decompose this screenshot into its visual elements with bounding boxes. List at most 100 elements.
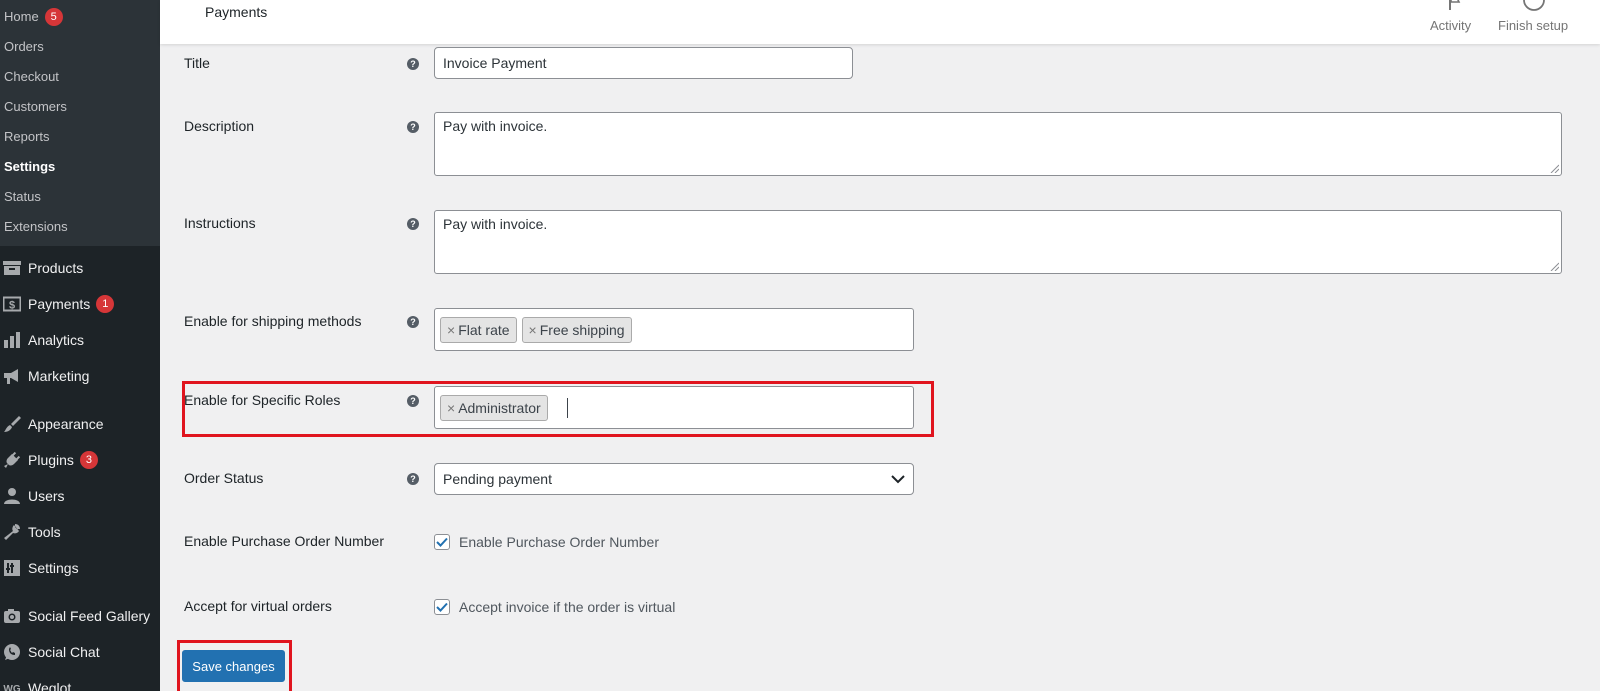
chat-icon — [2, 642, 22, 662]
submenu-checkout[interactable]: Checkout — [0, 62, 160, 92]
help-icon[interactable]: ? — [407, 218, 419, 230]
menu-item-tools[interactable]: Tools — [0, 514, 160, 550]
wrench-icon — [2, 522, 22, 542]
menu-item-label: Marketing — [28, 368, 90, 384]
po-number-checkbox[interactable] — [434, 534, 450, 550]
help-icon[interactable]: ? — [407, 121, 419, 133]
bar-chart-icon — [2, 330, 22, 350]
money-icon: $ — [2, 294, 22, 314]
description-textarea[interactable]: Pay with invoice. — [434, 112, 1562, 176]
activity-button[interactable]: Activity — [1422, 0, 1486, 44]
resize-handle-icon[interactable] — [1550, 262, 1559, 271]
save-changes-button[interactable]: Save changes — [182, 650, 285, 682]
menu-item-label: Analytics — [28, 332, 85, 348]
menu-item-label: Tools — [28, 524, 61, 540]
megaphone-icon — [2, 366, 22, 386]
submenu-home[interactable]: Home 5 — [0, 2, 160, 32]
page-title: Payments — [205, 4, 268, 20]
help-icon[interactable]: ? — [407, 395, 419, 407]
checkmark-icon — [436, 537, 448, 547]
finish-setup-button[interactable]: Finish setup — [1496, 0, 1600, 44]
menu-item-social-feed-gallery[interactable]: Social Feed Gallery — [0, 598, 160, 634]
help-icon[interactable]: ? — [407, 473, 419, 485]
tag-flat-rate: × Flat rate — [440, 316, 517, 343]
menu-item-users[interactable]: Users — [0, 478, 160, 514]
po-number-option[interactable]: Enable Purchase Order Number — [434, 534, 659, 550]
submenu-status[interactable]: Status — [0, 182, 160, 212]
admin-sidebar: Home 5 Orders Checkout Customers Reports… — [0, 0, 160, 691]
payment-settings-form: Title ? Invoice Payment Description ? Pa… — [160, 44, 1600, 691]
tag-free-shipping: × Free shipping — [521, 316, 632, 343]
virtual-orders-checkbox[interactable] — [434, 599, 450, 615]
menu-item-label: Social Feed Gallery — [28, 608, 151, 624]
order-status-select[interactable]: Pending payment — [434, 463, 914, 495]
menu-item-settings[interactable]: Settings — [0, 550, 160, 586]
menu-item-plugins[interactable]: Plugins 3 — [0, 442, 160, 478]
menu-item-social-chat[interactable]: Social Chat — [0, 634, 160, 670]
tag-label: Free shipping — [539, 321, 625, 338]
menu-item-appearance[interactable]: Appearance — [0, 406, 160, 442]
virtual-orders-option[interactable]: Accept invoice if the order is virtual — [434, 599, 675, 615]
tag-label: Administrator — [458, 399, 541, 416]
admin-menu: Products $ Payments 1 Analytics Marketin… — [0, 246, 160, 691]
instructions-value: Pay with invoice. — [443, 216, 548, 232]
instructions-label: Instructions — [184, 215, 256, 231]
chevron-down-icon — [891, 471, 905, 487]
virtual-orders-label: Accept for virtual orders — [184, 598, 332, 614]
menu-item-analytics[interactable]: Analytics — [0, 322, 160, 358]
specific-roles-label: Enable for Specific Roles — [184, 392, 341, 408]
submenu-settings-label: Settings — [4, 159, 56, 174]
submenu-orders[interactable]: Orders — [0, 32, 160, 62]
finish-setup-label: Finish setup — [1498, 18, 1569, 33]
help-icon[interactable]: ? — [407, 316, 419, 328]
submenu-reports-label: Reports — [4, 129, 50, 144]
submenu-extensions-label: Extensions — [4, 219, 68, 234]
submenu-extensions[interactable]: Extensions — [0, 212, 160, 242]
remove-tag-icon[interactable]: × — [447, 322, 455, 338]
checkmark-icon — [436, 602, 448, 612]
text-cursor — [566, 397, 568, 418]
svg-text:$: $ — [9, 300, 15, 312]
virtual-orders-checkbox-label: Accept invoice if the order is virtual — [459, 599, 676, 615]
plugins-count-badge: 3 — [79, 451, 98, 469]
woocommerce-submenu: Home 5 Orders Checkout Customers Reports… — [0, 0, 160, 246]
sliders-icon — [2, 558, 22, 578]
remove-tag-icon[interactable]: × — [529, 322, 537, 338]
shipping-methods-select[interactable]: × Flat rate × Free shipping — [434, 308, 914, 351]
remove-tag-icon[interactable]: × — [447, 400, 455, 416]
menu-item-label: Appearance — [28, 416, 104, 432]
title-input[interactable]: Invoice Payment — [434, 47, 853, 79]
submenu-status-label: Status — [4, 189, 41, 204]
submenu-customers-label: Customers — [4, 99, 67, 114]
payments-count-badge: 1 — [96, 295, 115, 313]
tag-label: Flat rate — [458, 321, 510, 338]
submenu-orders-label: Orders — [4, 39, 44, 54]
wg-icon: WG — [2, 678, 22, 691]
title-input-value: Invoice Payment — [443, 55, 547, 71]
tag-administrator: × Administrator — [440, 394, 548, 421]
description-value: Pay with invoice. — [443, 118, 548, 134]
menu-item-label: Settings — [28, 560, 79, 576]
help-icon[interactable]: ? — [407, 58, 419, 70]
menu-item-weglot[interactable]: WG Weglot — [0, 670, 160, 691]
menu-item-products[interactable]: Products — [0, 250, 160, 286]
menu-item-label: Users — [28, 488, 65, 504]
menu-item-marketing[interactable]: Marketing — [0, 358, 160, 394]
resize-handle-icon[interactable] — [1550, 164, 1559, 173]
instructions-textarea[interactable]: Pay with invoice. — [434, 210, 1562, 274]
submenu-reports[interactable]: Reports — [0, 122, 160, 152]
shipping-methods-label: Enable for shipping methods — [184, 313, 362, 329]
flag-icon — [1446, 0, 1462, 13]
menu-item-payments[interactable]: $ Payments 1 — [0, 286, 160, 322]
menu-item-label: Payments — [28, 296, 91, 312]
order-status-value: Pending payment — [443, 471, 552, 487]
activity-label: Activity — [1430, 18, 1472, 33]
submenu-settings[interactable]: Settings — [0, 152, 160, 182]
submenu-customers[interactable]: Customers — [0, 92, 160, 122]
archive-icon — [2, 258, 22, 278]
specific-roles-select[interactable]: × Administrator — [434, 386, 914, 429]
paintbrush-icon — [2, 414, 22, 434]
menu-item-label: Products — [28, 260, 84, 276]
title-label: Title — [184, 55, 210, 71]
menu-item-label: Weglot — [28, 680, 72, 691]
